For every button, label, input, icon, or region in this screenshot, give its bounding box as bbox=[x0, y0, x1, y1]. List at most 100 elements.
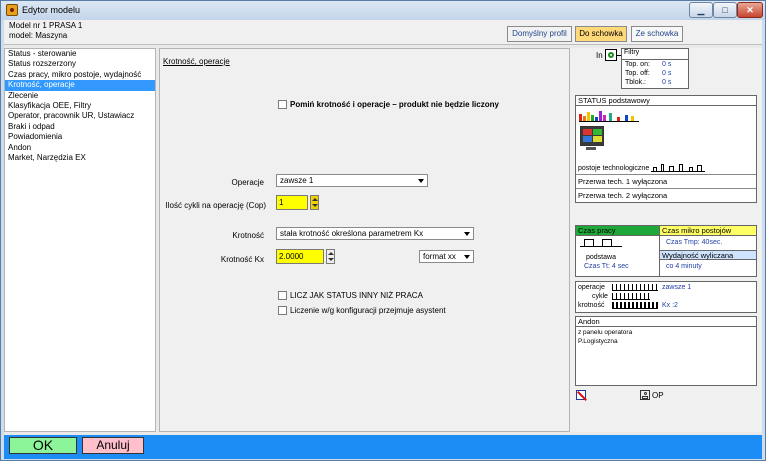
minimize-button[interactable]: ▁ bbox=[689, 2, 713, 18]
sidebar-item-operator[interactable]: Operator, pracownik UR, Ustawiacz bbox=[5, 111, 155, 121]
filter-value-top-off: 0 s bbox=[662, 70, 672, 77]
sidebar-item-oee[interactable]: Klasyfikacja OEE, Filtry bbox=[5, 101, 155, 111]
op-label: OP bbox=[652, 391, 664, 400]
filter-label-top-off: Top. off: bbox=[625, 70, 650, 77]
ops-wave-icon bbox=[612, 284, 658, 291]
tech-stops-wave-icon bbox=[651, 164, 705, 172]
divider bbox=[576, 188, 756, 189]
filters-title: Filtry bbox=[624, 49, 640, 56]
sidebar-item-status-extended[interactable]: Status rozszerzony bbox=[5, 59, 155, 69]
title-bar[interactable]: Edytor modelu ▁ □ ✕ bbox=[1, 1, 765, 20]
mult-summary-value: Kx :2 bbox=[662, 302, 678, 309]
count-status-label: LICZ JAK STATUS INNY NIŻ PRACA bbox=[290, 291, 423, 300]
footer-bar: OK Anuluj bbox=[4, 435, 762, 459]
main-panel: Krotność, operacje Pomiń krotność i oper… bbox=[159, 48, 570, 432]
chevron-down-icon bbox=[418, 179, 424, 183]
header-bar: Model nr 1 PRASA 1 model: Maszyna Domyśl… bbox=[4, 20, 762, 45]
filters-box: Filtry Top. on: 0 s Top. off: 0 s Tblok.… bbox=[621, 48, 689, 89]
sidebar-nav: Status - sterowanie Status rozszerzony C… bbox=[4, 48, 156, 432]
filter-label-tblok: Tblok.: bbox=[625, 79, 647, 86]
format-select[interactable]: format xx bbox=[419, 250, 474, 263]
efficiency-value: co 4 minuty bbox=[666, 263, 702, 270]
sidebar-item-andon[interactable]: Andon bbox=[5, 143, 155, 153]
monitor-icon bbox=[580, 126, 604, 146]
worktime-title: Czas pracy bbox=[576, 226, 659, 236]
model-number: Model nr 1 PRASA 1 bbox=[9, 21, 83, 30]
operator-panel-icon[interactable] bbox=[640, 390, 650, 400]
tech-break-2: Przerwa tech. 2 wyłączona bbox=[578, 191, 668, 200]
tech-stops-label: postoje technologiczne bbox=[578, 165, 650, 172]
skip-checkbox[interactable] bbox=[278, 100, 287, 109]
filters-divider bbox=[622, 59, 688, 60]
kx-input[interactable]: 2.0000 bbox=[276, 249, 324, 264]
mult-summary-label: krotność bbox=[578, 302, 605, 309]
tt-value: Czas Tt: 4 sec bbox=[584, 263, 629, 270]
sidebar-item-status-control[interactable]: Status - sterowanie bbox=[5, 49, 155, 59]
status-bars-icon bbox=[579, 110, 639, 122]
andon-line-2: P.Logistyczna bbox=[578, 338, 618, 345]
operations-summary-box: operacje zawsze 1 cykle krotność Kx :2 bbox=[575, 281, 757, 313]
cycles-label: Ilość cykli na operację (Cop) bbox=[165, 201, 266, 210]
andon-title: Andon bbox=[576, 317, 756, 327]
format-select-value: format xx bbox=[423, 252, 456, 261]
base-label: podstawa bbox=[586, 254, 616, 261]
kx-spin-button[interactable] bbox=[326, 249, 335, 264]
in-label: In bbox=[596, 51, 603, 60]
status-basic-title: STATUS podstawowy bbox=[576, 96, 756, 106]
filter-label-top-on: Top. on: bbox=[625, 61, 650, 68]
count-status-checkbox[interactable] bbox=[278, 291, 287, 300]
cycles-spin-button[interactable] bbox=[310, 195, 319, 210]
cycles-wave-icon bbox=[612, 293, 650, 300]
divider bbox=[576, 174, 756, 175]
chevron-down-icon bbox=[464, 232, 470, 236]
right-summary-panel: In Filtry Top. on: 0 s Top. off: 0 s Tbl… bbox=[570, 48, 762, 432]
filter-value-top-on: 0 s bbox=[662, 61, 672, 68]
monitor-stand bbox=[586, 147, 596, 150]
app-icon bbox=[6, 4, 18, 16]
skip-checkbox-label: Pomiń krotność i operacje – produkt nie … bbox=[290, 100, 499, 109]
disabled-flag-icon[interactable] bbox=[576, 390, 587, 401]
to-clipboard-button[interactable]: Do schowka bbox=[575, 26, 627, 42]
chevron-down-icon bbox=[464, 255, 470, 259]
filter-value-tblok: 0 s bbox=[662, 79, 672, 86]
worktime-box: Czas pracy Czas mikro postojów podstawa … bbox=[575, 225, 757, 277]
micro-stops-title: Czas mikro postojów bbox=[659, 226, 756, 236]
default-profile-button[interactable]: Domyślny profil bbox=[507, 26, 572, 42]
sidebar-item-scrap[interactable]: Braki i odpad bbox=[5, 122, 155, 132]
editor-window: Edytor modelu ▁ □ ✕ Model nr 1 PRASA 1 m… bbox=[0, 0, 766, 461]
andon-line-1: z panelu operatora bbox=[578, 329, 633, 336]
efficiency-title: Wydajność wyliczana bbox=[660, 250, 756, 260]
operations-select-value: zawsze 1 bbox=[280, 176, 314, 185]
model-name: model: Maszyna bbox=[9, 31, 68, 40]
multiplicity-select[interactable]: stała krotność określona parametrem Kx bbox=[276, 227, 474, 240]
micro-stops-value: Czas Tmp: 40sec. bbox=[666, 239, 723, 246]
sidebar-item-order[interactable]: Zlecenie bbox=[5, 91, 155, 101]
sidebar-item-notifications[interactable]: Powiadomienia bbox=[5, 132, 155, 142]
cycles-summary-label: cykle bbox=[592, 293, 608, 300]
assistant-checkbox[interactable] bbox=[278, 306, 287, 315]
assistant-label: Liczenie w/g konfiguracji przejmuje asys… bbox=[290, 306, 446, 315]
close-button[interactable]: ✕ bbox=[737, 2, 763, 18]
section-title: Krotność, operacje bbox=[163, 57, 230, 66]
from-clipboard-button[interactable]: Ze schowka bbox=[631, 26, 683, 42]
worktime-wave-icon bbox=[580, 239, 622, 247]
window-title: Edytor modelu bbox=[22, 5, 81, 15]
client-area: Model nr 1 PRASA 1 model: Maszyna Domyśl… bbox=[4, 20, 762, 459]
mult-wave-icon bbox=[612, 302, 658, 309]
sidebar-item-market[interactable]: Market, Narzędzia EX bbox=[5, 153, 155, 163]
sidebar-item-multiplicity[interactable]: Krotność, operacje bbox=[5, 80, 155, 91]
operations-label: Operacje bbox=[231, 178, 264, 187]
multiplicity-select-value: stała krotność określona parametrem Kx bbox=[280, 229, 424, 238]
ops-label: operacje bbox=[578, 284, 605, 291]
operations-select[interactable]: zawsze 1 bbox=[276, 174, 428, 187]
ok-button[interactable]: OK bbox=[9, 437, 77, 454]
cancel-button[interactable]: Anuluj bbox=[82, 437, 144, 454]
sidebar-item-worktime[interactable]: Czas pracy, mikro postoje, wydajność bbox=[5, 70, 155, 80]
ops-value: zawsze 1 bbox=[662, 284, 692, 291]
cycles-input[interactable]: 1 bbox=[276, 195, 308, 210]
maximize-button[interactable]: □ bbox=[713, 2, 737, 18]
kx-label: Krotność Kx bbox=[220, 255, 264, 264]
status-basic-box: STATUS podstawowy postoje technologiczne… bbox=[575, 95, 757, 203]
multiplicity-label: Krotność bbox=[232, 231, 264, 240]
andon-box: Andon z panelu operatora P.Logistyczna bbox=[575, 316, 757, 386]
